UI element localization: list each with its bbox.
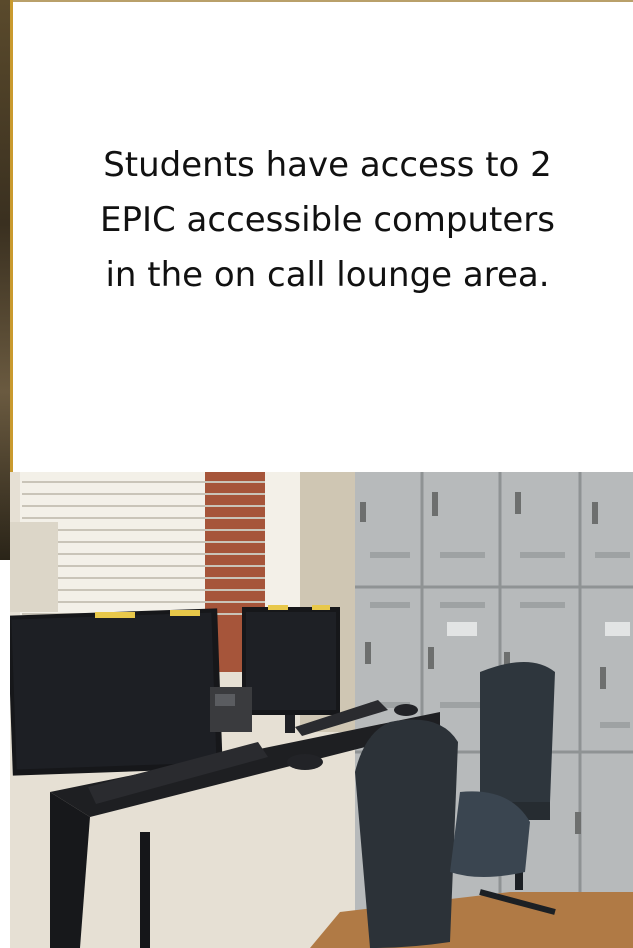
monitor-right	[242, 605, 340, 733]
slide: Students have access to 2 EPIC accessibl…	[0, 0, 633, 948]
caption-text: Students have access to 2 EPIC accessibl…	[40, 138, 615, 303]
desk-phone	[210, 687, 252, 732]
top-border	[0, 0, 633, 2]
caption-line-3: in the on call lounge area.	[105, 255, 550, 295]
photo-illustration	[10, 472, 633, 948]
caption-line-2: EPIC accessible computers	[99, 200, 555, 240]
caption-line-1: Students have access to 2	[103, 145, 552, 185]
mouse-left	[287, 754, 323, 770]
posted-papers	[10, 522, 58, 612]
computer-workstation-photo	[10, 472, 633, 948]
mouse-right	[394, 704, 418, 716]
monitor-left	[10, 608, 223, 776]
desk-leg-left	[140, 832, 150, 948]
